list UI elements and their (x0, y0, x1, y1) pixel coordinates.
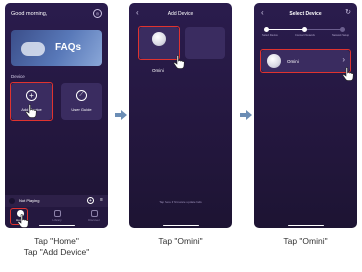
tab-discover[interactable]: Discover (85, 210, 103, 222)
step-label-3: Network Setup (332, 34, 350, 37)
omini-row-highlight (260, 49, 351, 73)
album-art (9, 198, 15, 204)
step-label-2: Connect Network (295, 34, 315, 37)
refresh-icon[interactable]: ↻ (345, 8, 351, 16)
compass-icon: ⟋ (76, 90, 87, 101)
add-icon[interactable]: + (87, 197, 94, 204)
home-indicator (288, 224, 324, 226)
cloud-illustration (21, 42, 45, 56)
device-name: Omini (152, 68, 164, 73)
home-indicator (39, 224, 75, 226)
home-screen: Good morning, ◎ FAQs Device + Add Device… (5, 3, 108, 228)
home-indicator (163, 224, 199, 226)
now-playing-bar[interactable]: Not Playing + ≡ (5, 195, 108, 207)
tap-hand-icon (17, 214, 29, 228)
caption-step-1-line-1: Tap "Home" (34, 236, 79, 246)
library-icon (53, 210, 61, 217)
select-device-screen: ‹ Select Device ↻ Select Device Connect … (254, 3, 357, 228)
caption-step-3: Tap "Omini" (283, 236, 328, 246)
caption-step-1: Tap "Home" Tap "Add Device" (5, 236, 108, 258)
page-title: Add Device (167, 11, 194, 17)
user-guide-tile[interactable]: ⟋ User Guide (61, 83, 102, 120)
device-tile-empty (185, 27, 225, 59)
faq-title: FAQs (55, 42, 82, 53)
progress-steps: Select Device Connect Network Network Se… (262, 27, 349, 39)
step-dot-2 (302, 27, 307, 32)
faq-card[interactable]: FAQs (11, 30, 102, 66)
playlist-icon[interactable]: ≡ (98, 197, 105, 204)
settings-icon[interactable]: ◎ (93, 9, 102, 18)
caption-step-2: Tap "Omini" (158, 236, 203, 246)
greeting-text: Good morning, (11, 11, 48, 17)
step-dot-1 (264, 27, 269, 32)
tab-library-label: Library (52, 218, 62, 222)
arrow-right-icon (240, 110, 252, 120)
step-dot-3 (340, 27, 345, 32)
firmware-footnote[interactable]: Tap here if firmware update fails (133, 200, 228, 204)
tab-discover-label: Discover (88, 218, 100, 222)
device-section-label: Device (11, 74, 25, 79)
discover-icon (90, 210, 98, 217)
step-label-1: Select Device (262, 34, 278, 37)
tap-hand-icon (173, 55, 185, 69)
user-guide-label: User Guide (71, 107, 92, 112)
caption-step-1-line-2: Tap "Add Device" (23, 247, 90, 257)
tab-library[interactable]: Library (48, 210, 66, 222)
tap-hand-icon (342, 67, 354, 81)
page-title: Select Device (289, 11, 322, 17)
arrow-right-icon (115, 110, 127, 120)
add-device-screen: ‹ Add Device Omini Tap here if firmware … (129, 3, 232, 228)
now-playing-text: Not Playing (19, 198, 40, 203)
tap-hand-icon (25, 104, 37, 118)
